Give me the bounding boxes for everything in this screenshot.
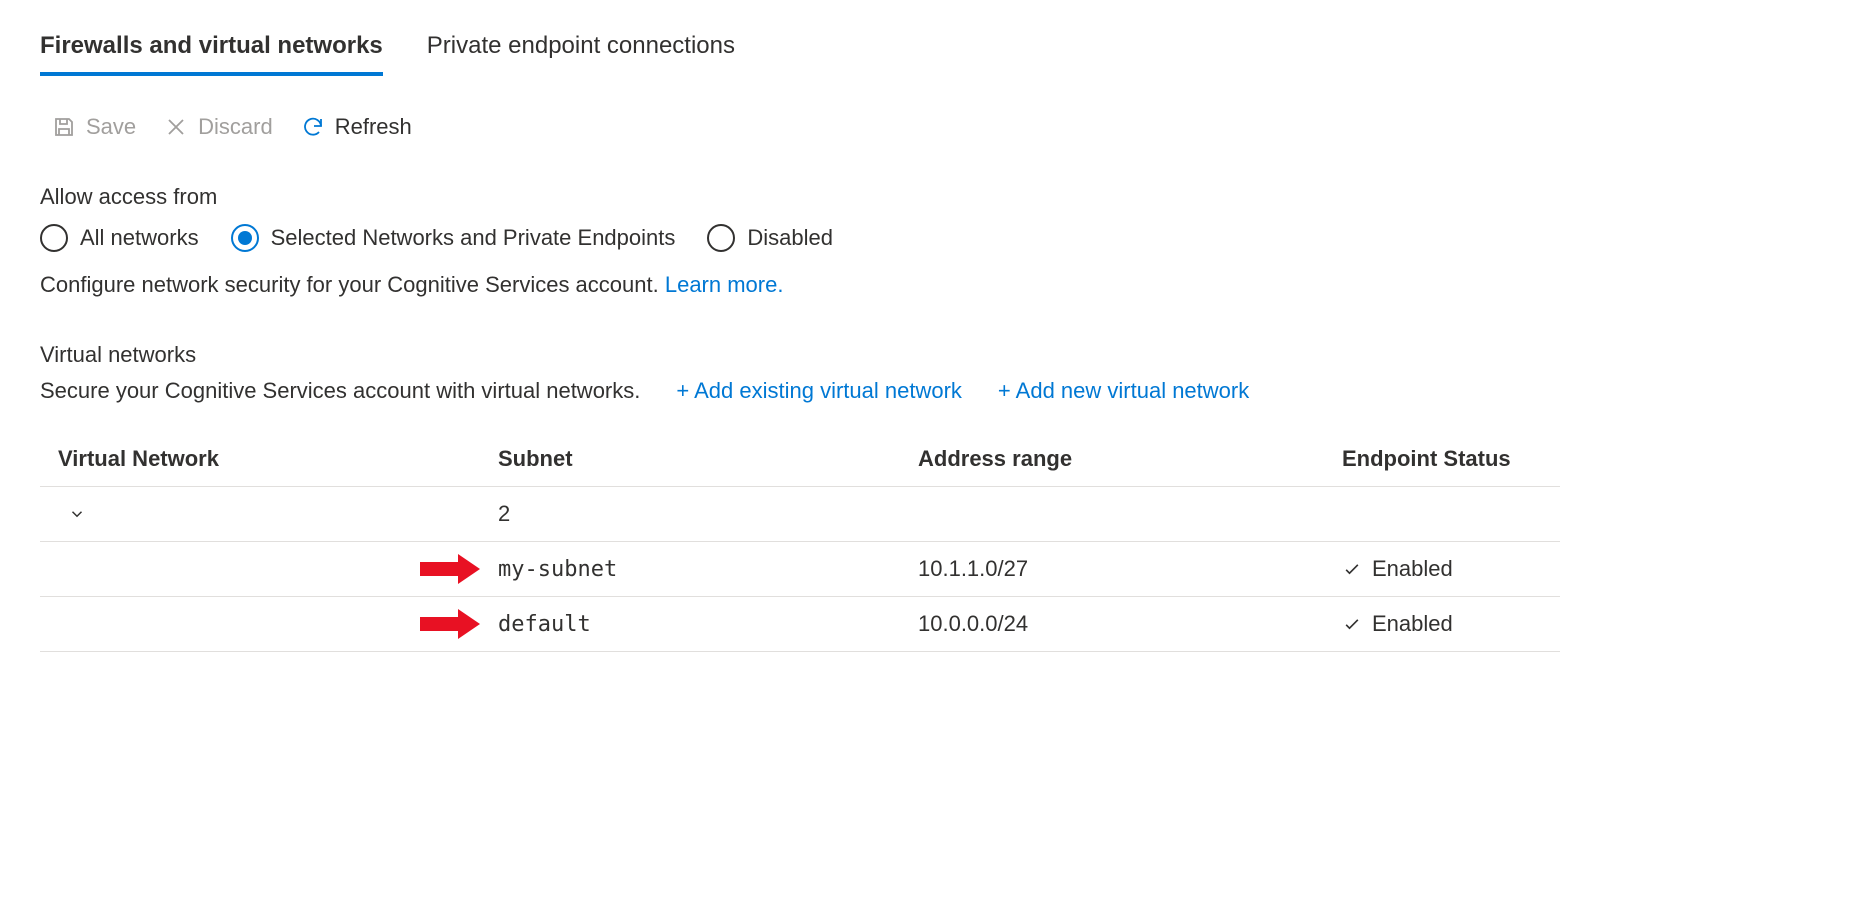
table-row: my-subnet 10.1.1.0/27 Enabled [40,542,1560,597]
address-range: 10.1.1.0/27 [918,556,1338,582]
toolbar: Save Discard Refresh [40,114,1818,140]
annotation-arrow-icon [420,611,480,637]
refresh-icon [301,115,325,139]
add-existing-vnet-link[interactable]: + Add existing virtual network [676,378,962,404]
refresh-label: Refresh [335,114,412,140]
allow-access-radio-group: All networks Selected Networks and Priva… [40,224,1818,252]
check-icon [1342,614,1362,634]
virtual-networks-subtext: Secure your Cognitive Services account w… [40,378,640,404]
header-subnet: Subnet [498,446,918,472]
add-new-vnet-link[interactable]: + Add new virtual network [998,378,1249,404]
radio-selected-networks[interactable]: Selected Networks and Private Endpoints [231,224,676,252]
tab-firewalls[interactable]: Firewalls and virtual networks [40,32,383,76]
description: Configure network security for your Cogn… [40,272,1818,298]
radio-label: Selected Networks and Private Endpoints [271,225,676,251]
tab-private-endpoints[interactable]: Private endpoint connections [427,32,735,76]
save-button[interactable]: Save [52,114,136,140]
vnet-table: Virtual Network Subnet Address range End… [40,432,1560,652]
endpoint-status: Enabled [1372,556,1453,582]
address-range: 10.0.0.0/24 [918,611,1338,637]
description-text: Configure network security for your Cogn… [40,272,665,297]
refresh-button[interactable]: Refresh [301,114,412,140]
radio-icon [231,224,259,252]
subnet-name: default [498,612,591,637]
header-virtual-network: Virtual Network [58,446,498,472]
check-icon [1342,559,1362,579]
discard-label: Discard [198,114,273,140]
endpoint-status: Enabled [1372,611,1453,637]
radio-label: Disabled [747,225,833,251]
virtual-networks-heading: Virtual networks [40,342,1818,368]
discard-button[interactable]: Discard [164,114,273,140]
chevron-down-icon [68,505,86,523]
close-icon [164,115,188,139]
virtual-networks-subrow: Secure your Cognitive Services account w… [40,378,1818,404]
table-row: default 10.0.0.0/24 Enabled [40,597,1560,652]
table-header-row: Virtual Network Subnet Address range End… [40,432,1560,487]
save-icon [52,115,76,139]
radio-all-networks[interactable]: All networks [40,224,199,252]
radio-icon [40,224,68,252]
radio-disabled[interactable]: Disabled [707,224,833,252]
radio-label: All networks [80,225,199,251]
annotation-arrow-icon [420,556,480,582]
group-subnet-count: 2 [498,501,918,527]
table-group-row[interactable]: 2 [40,487,1560,542]
allow-access-label: Allow access from [40,184,1818,210]
learn-more-link[interactable]: Learn more. [665,272,784,297]
save-label: Save [86,114,136,140]
header-endpoint-status: Endpoint Status [1338,446,1560,472]
radio-icon [707,224,735,252]
tabs: Firewalls and virtual networks Private e… [40,32,1818,76]
subnet-name: my-subnet [498,557,617,582]
header-address-range: Address range [918,446,1338,472]
